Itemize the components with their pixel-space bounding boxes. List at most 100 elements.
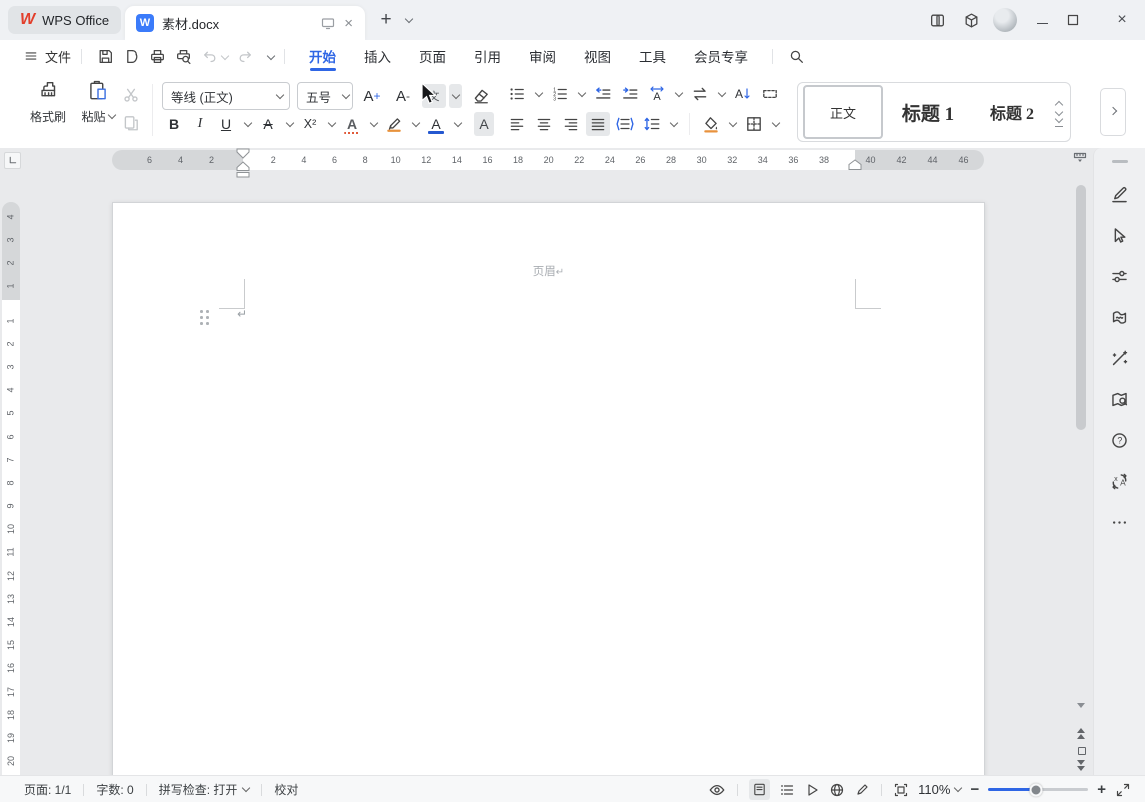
clear-format-button[interactable] (469, 84, 493, 108)
document-tab[interactable]: W 素材.docx × (125, 6, 365, 40)
borders-chevron-icon[interactable] (769, 112, 782, 136)
char-scale-button[interactable]: A (645, 82, 669, 106)
tab-member[interactable]: 会员专享 (680, 40, 762, 72)
underline-chevron-icon[interactable] (241, 112, 254, 136)
tab-tools[interactable]: 工具 (625, 40, 680, 72)
grow-font-button[interactable]: A+ (360, 84, 384, 108)
print-icon[interactable] (144, 43, 170, 69)
tab-review[interactable]: 审阅 (515, 40, 570, 72)
highlight-chevron-icon[interactable] (409, 112, 422, 136)
undo-icon[interactable] (196, 43, 222, 69)
first-line-indent-marker[interactable] (236, 148, 250, 159)
italic-button[interactable]: I (188, 112, 212, 136)
align-right-button[interactable] (559, 112, 583, 136)
paste-chevron-icon[interactable] (107, 111, 115, 119)
tab-view[interactable]: 视图 (570, 40, 625, 72)
ribbon-expand-button[interactable] (1100, 88, 1126, 136)
select-tool-icon[interactable] (1110, 226, 1129, 245)
char-shading-button[interactable]: A (474, 112, 494, 136)
text-effects-button[interactable]: A (340, 112, 364, 136)
window-close-button[interactable]: × (1107, 11, 1137, 29)
more-tools-icon[interactable] (1110, 513, 1129, 532)
shading-chevron-icon[interactable] (726, 112, 739, 136)
redo-icon[interactable] (232, 43, 258, 69)
highlight-button[interactable] (382, 112, 406, 136)
style-normal[interactable]: 正文 (803, 85, 883, 139)
web-layout-button[interactable] (829, 782, 845, 798)
window-minimize-button[interactable] (1027, 11, 1057, 29)
sidebar-collapse-handle[interactable] (1112, 160, 1128, 163)
zoom-slider-handle[interactable] (1030, 783, 1043, 796)
window-maximize-button[interactable] (1067, 14, 1097, 26)
screen-share-icon[interactable] (320, 15, 336, 31)
style-heading2[interactable]: 标题 2 (973, 87, 1051, 137)
line-spacing-button[interactable] (640, 112, 664, 136)
numbered-list-button[interactable]: 123 (548, 82, 572, 106)
navigation-map-icon[interactable] (1110, 390, 1129, 409)
select-browse-object-button[interactable] (1078, 747, 1086, 755)
file-menu[interactable]: 文件 (24, 47, 71, 66)
font-name-select[interactable]: 等线 (正文) (162, 82, 290, 110)
bullet-list-chevron-icon[interactable] (532, 82, 545, 106)
phonetic-guide-chevron-icon[interactable] (449, 84, 462, 108)
shrink-font-button[interactable]: A- (391, 84, 415, 108)
fullscreen-button[interactable] (1115, 782, 1131, 798)
ink-tool-button[interactable] (854, 782, 870, 798)
style-heading1[interactable]: 标题 1 (883, 87, 973, 137)
tab-list-chevron-icon[interactable] (405, 14, 413, 22)
strikethrough-button[interactable]: A (256, 112, 280, 136)
vertical-scrollbar-thumb[interactable] (1076, 185, 1086, 430)
apps-cube-icon[interactable] (959, 8, 983, 32)
zoom-out-button[interactable]: − (970, 781, 979, 798)
borders-button[interactable] (742, 112, 766, 136)
decrease-indent-button[interactable] (591, 82, 615, 106)
read-mode-button[interactable] (804, 782, 820, 798)
show-marks-button[interactable] (758, 82, 782, 106)
hanging-indent-marker[interactable] (236, 161, 250, 178)
user-avatar[interactable] (993, 8, 1017, 32)
zoom-level-select[interactable]: 110% (918, 782, 961, 797)
bold-button[interactable]: B (162, 112, 186, 136)
fit-page-button[interactable] (893, 782, 909, 798)
new-tab-button[interactable]: + (374, 8, 398, 32)
previous-page-button[interactable] (1077, 728, 1085, 739)
multi-screen-icon[interactable] (925, 8, 949, 32)
search-icon[interactable] (783, 43, 809, 69)
align-center-button[interactable] (532, 112, 556, 136)
eye-protection-icon[interactable] (708, 781, 726, 799)
sort-button[interactable]: A (731, 82, 755, 106)
line-spacing-chevron-icon[interactable] (667, 112, 680, 136)
text-direction-button[interactable] (688, 82, 712, 106)
outline-view-button[interactable] (779, 782, 795, 798)
numbered-list-chevron-icon[interactable] (575, 82, 588, 106)
ruler-toggle-button[interactable] (1071, 151, 1089, 164)
distribute-button[interactable] (613, 112, 637, 136)
wps-home-button[interactable]: W WPS Office (8, 6, 121, 34)
tab-close-icon[interactable]: × (344, 15, 353, 32)
adjust-settings-icon[interactable] (1110, 267, 1129, 286)
next-page-button[interactable] (1077, 760, 1085, 771)
paste-button[interactable]: 粘贴 (74, 78, 122, 140)
tools-wand-icon[interactable] (1110, 349, 1129, 368)
tab-insert[interactable]: 插入 (350, 40, 405, 72)
text-direction-chevron-icon[interactable] (715, 82, 728, 106)
underline-button[interactable]: U (214, 112, 238, 136)
scroll-down-button[interactable] (1077, 708, 1085, 723)
undo-chevron-icon[interactable] (221, 52, 229, 60)
styles-more-icon[interactable] (1055, 119, 1063, 127)
quick-edit-icon[interactable] (1110, 185, 1129, 204)
page-view-button[interactable] (749, 779, 770, 800)
format-painter-button[interactable]: 格式刷 (24, 78, 72, 140)
document-page[interactable]: 页眉↵ ↵ (112, 202, 985, 775)
proofread-button[interactable]: 校对 (274, 781, 298, 798)
spellcheck-toggle[interactable]: 拼写检查: 打开 (159, 781, 250, 798)
font-color-chevron-icon[interactable] (451, 112, 464, 136)
zoom-in-button[interactable]: + (1097, 781, 1106, 798)
export-pdf-icon[interactable] (118, 43, 144, 69)
strikethrough-chevron-icon[interactable] (283, 112, 296, 136)
superscript-button[interactable]: X² (298, 112, 322, 136)
tab-stop-selector[interactable] (4, 152, 21, 169)
increase-indent-button[interactable] (618, 82, 642, 106)
char-scale-chevron-icon[interactable] (672, 82, 685, 106)
save-icon[interactable] (92, 43, 118, 69)
